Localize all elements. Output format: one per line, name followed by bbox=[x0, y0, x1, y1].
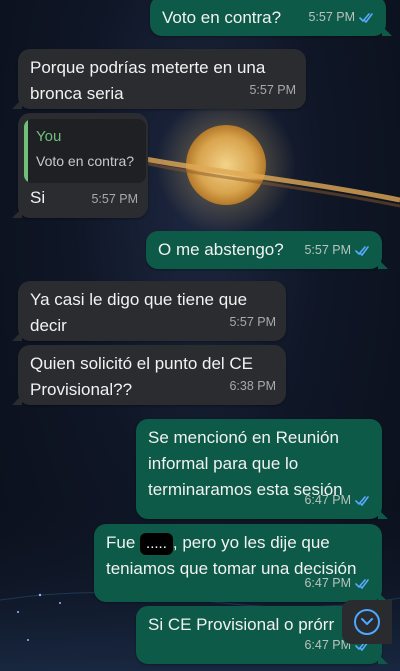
message-meta: 5:57 PM bbox=[304, 237, 372, 263]
city-light bbox=[59, 602, 61, 604]
message-meta: 6:38 PM bbox=[229, 373, 276, 399]
message-meta: 6:47 PM bbox=[304, 487, 372, 513]
city-light bbox=[27, 639, 29, 641]
message-text: Si bbox=[30, 188, 46, 207]
read-ticks-icon bbox=[355, 578, 369, 589]
message-bubble-outgoing[interactable]: Voto en contra? 5:57 PM bbox=[150, 0, 392, 36]
message-time: 5:57 PM bbox=[308, 10, 355, 24]
message-meta: 6:47 PM bbox=[304, 570, 372, 596]
message-text: O me abstengo? bbox=[158, 240, 284, 259]
message-time: 6:47 PM bbox=[304, 576, 351, 590]
message-bubble-outgoing[interactable]: Fue ....., pero yo les dije que teniamos… bbox=[94, 524, 388, 602]
quote-author: You bbox=[36, 128, 62, 145]
message-bubble-incoming[interactable]: Porque podrías meterte en una bronca ser… bbox=[12, 49, 306, 109]
quoted-message[interactable]: You Voto en contra? bbox=[24, 119, 146, 183]
quote-accent-bar bbox=[24, 119, 28, 183]
message-text: Voto en contra? bbox=[162, 8, 282, 27]
message-time: 6:47 PM bbox=[304, 493, 351, 507]
message-meta: 5:57 PM bbox=[229, 309, 276, 335]
message-bubble-incoming[interactable]: Quien solicitó el punto del CE Provision… bbox=[12, 345, 286, 405]
chevron-down-circle bbox=[354, 609, 380, 635]
scroll-to-bottom-button[interactable] bbox=[342, 600, 392, 644]
message-time: 6:38 PM bbox=[229, 379, 276, 393]
message-bubble-outgoing[interactable]: O me abstengo? 5:57 PM bbox=[146, 231, 388, 269]
message-bubble-incoming[interactable]: Ya casi le digo que tiene que decir 5:57… bbox=[12, 281, 286, 341]
message-meta: 5:57 PM bbox=[249, 77, 296, 103]
message-text-before: Fue bbox=[106, 533, 141, 552]
city-light bbox=[17, 611, 19, 613]
redacted-name: ..... bbox=[140, 532, 173, 555]
chevron-down-icon bbox=[361, 618, 373, 625]
message-bubble-incoming-reply[interactable]: You Voto en contra? Si 5:57 PM bbox=[12, 113, 148, 218]
message-time: 5:57 PM bbox=[91, 192, 138, 206]
message-meta: 5:57 PM bbox=[91, 186, 138, 212]
city-light bbox=[38, 593, 42, 597]
message-time: 5:57 PM bbox=[229, 315, 276, 329]
moon bbox=[186, 125, 266, 205]
read-ticks-icon bbox=[355, 495, 369, 506]
read-ticks-icon bbox=[359, 12, 373, 23]
read-ticks-icon bbox=[355, 245, 369, 256]
message-bubble-outgoing[interactable]: Se mencionó en Reunión informal para que… bbox=[136, 419, 388, 519]
message-time: 5:57 PM bbox=[249, 83, 296, 97]
message-time: 5:57 PM bbox=[304, 243, 351, 257]
quote-text: Voto en contra? bbox=[36, 153, 135, 169]
message-meta: 5:57 PM bbox=[308, 4, 376, 30]
